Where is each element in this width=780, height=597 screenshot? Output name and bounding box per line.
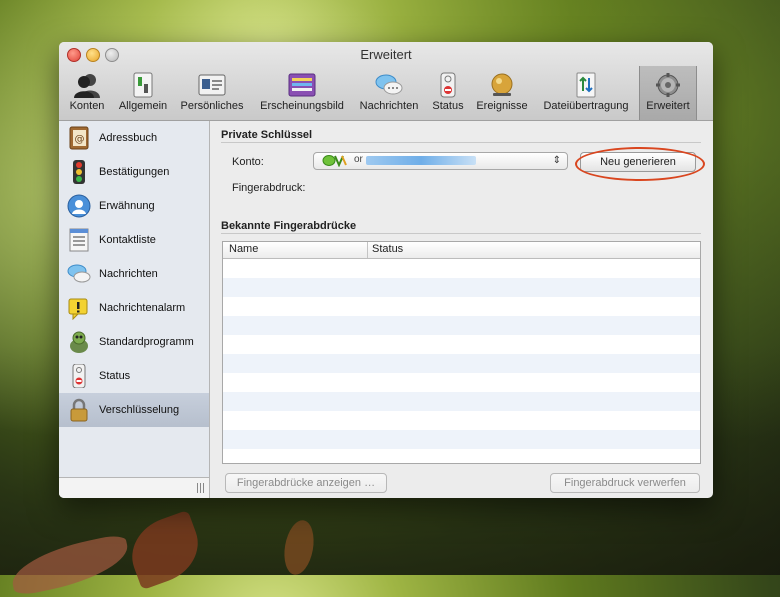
file-transfer-icon [572,72,600,98]
title-bar: Erweitert Konten Allgemein Persönliches … [59,42,713,121]
section-divider [221,142,701,143]
speech-bubbles-icon [375,72,403,98]
table-row [223,392,700,411]
account-popup[interactable]: or ⇕ [313,152,568,170]
fingerprint-label: Fingerabdruck: [232,182,306,194]
sidebar-item-label: Status [99,370,131,382]
address-book-icon: @ [67,126,91,150]
sidebar-item-verschluesselung[interactable]: Verschlüsselung [59,393,209,427]
sidebar-item-label: Bestätigungen [99,166,170,178]
toolbar-item-label: Dateiübertragung [543,100,629,112]
sidebar-item-erwaehnung[interactable]: Erwähnung [59,189,209,223]
svg-text:@: @ [75,134,85,145]
sidebar-item-nachrichtenalarm[interactable]: Nachrichtenalarm [59,291,209,325]
sidebar-item-nachrichten[interactable]: Nachrichten [59,257,209,291]
section-divider [221,233,701,234]
toolbar-item-label: Nachrichten [359,100,419,112]
sidebar: @ Adressbuch Bestätigungen Erwähnung Kon… [59,121,210,498]
main-panel: Private Schlüssel Konto: or ⇕ Neu generi… [210,121,713,498]
toolbar-item-erweitert[interactable]: Erweitert [639,66,697,120]
door-hanger-icon [67,363,91,389]
sidebar-item-adressbuch[interactable]: @ Adressbuch [59,121,209,155]
account-label: Konto: [232,156,264,168]
table-row [223,259,700,278]
toolbar-item-erscheinungsbild[interactable]: Erscheinungsbild [254,68,350,118]
table-row [223,411,700,430]
toolbar-item-dateiuebertragung[interactable]: Dateiübertragung [536,68,636,118]
table-row [223,430,700,449]
people-icon [73,72,101,98]
table-row [223,297,700,316]
column-header-name[interactable]: Name [229,243,258,255]
sidebar-item-label: Kontaktliste [99,234,156,246]
show-fingerprints-button[interactable]: Fingerabdrücke anzeigen … [225,473,387,493]
sidebar-item-label: Nachrichten [99,268,158,280]
toolbar-item-label: Erweitert [646,100,690,112]
toolbar-item-persoenliches[interactable]: Persönliches [176,68,248,118]
preferences-toolbar: Konten Allgemein Persönliches Erscheinun… [59,66,713,120]
switch-icon [129,72,157,98]
gear-icon [654,72,682,98]
sidebar-item-label: Standardprogramm [99,336,194,348]
toolbar-item-nachrichten[interactable]: Nachrichten [356,68,422,118]
sidebar-footer [59,477,209,498]
account-icon [322,154,350,168]
column-header-status[interactable]: Status [372,243,403,255]
toolbar-item-label: Erscheinungsbild [260,100,344,112]
toolbar-item-konten[interactable]: Konten [64,68,110,118]
bell-icon [488,72,516,98]
table-row [223,373,700,392]
private-keys-title: Private Schlüssel [221,129,313,141]
person-badge-icon [67,194,91,218]
toolbar-item-label: Ereignisse [476,100,528,112]
door-hanger-icon [434,72,462,98]
popup-arrows-icon: ⇕ [552,155,561,166]
discard-fingerprint-button[interactable]: Fingerabdruck verwerfen [550,473,700,493]
redacted-account [366,156,476,165]
sidebar-item-bestaetigungen[interactable]: Bestätigungen [59,155,209,189]
id-card-icon [198,72,226,98]
sidebar-item-kontaktliste[interactable]: Kontaktliste [59,223,209,257]
table-row [223,278,700,297]
sidebar-item-label: Verschlüsselung [99,404,180,416]
column-divider [367,242,368,258]
account-value: or [354,154,363,165]
toolbar-item-label: Allgemein [118,100,168,112]
appearance-icon [288,72,316,98]
toolbar-item-label: Status [432,100,464,112]
toolbar-item-label: Konten [69,100,105,112]
table-row [223,316,700,335]
resize-grip[interactable] [197,483,205,493]
sidebar-item-label: Adressbuch [99,132,158,144]
toolbar-item-allgemein[interactable]: Allgemein [114,68,172,118]
sidebar-item-standardprogramm[interactable]: Standardprogramm [59,325,209,359]
table-row [223,354,700,373]
warning-icon [67,296,91,321]
padlock-icon [67,398,91,422]
sidebar-item-label: Erwähnung [99,200,155,212]
preferences-window: Erweitert Konten Allgemein Persönliches … [59,42,713,498]
toolbar-item-ereignisse[interactable]: Ereignisse [472,68,532,118]
traffic-light-icon [67,160,91,184]
fingerprints-table[interactable]: Name Status [222,241,701,464]
contact-list-icon [67,228,91,252]
app-mascot-icon [67,330,91,354]
table-header: Name Status [223,242,700,259]
sidebar-item-status[interactable]: Status [59,359,209,393]
table-row [223,449,700,463]
speech-bubbles-icon [67,262,91,286]
toolbar-item-label: Persönliches [180,100,244,112]
table-row [223,335,700,354]
known-fingerprints-title: Bekannte Fingerabdrücke [221,220,357,232]
window-title: Erweitert [360,47,412,62]
highlight-annotation [575,147,705,181]
sidebar-item-label: Nachrichtenalarm [99,302,186,314]
toolbar-item-status[interactable]: Status [428,68,468,118]
